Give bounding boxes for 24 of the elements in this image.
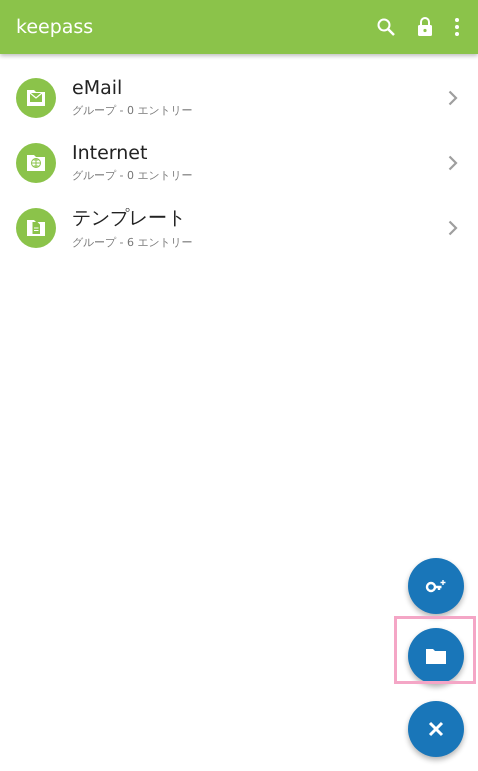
search-icon <box>376 17 396 37</box>
group-name: テンプレート <box>72 206 187 231</box>
chevron-icon <box>448 220 458 236</box>
globe-icon <box>31 158 41 168</box>
chevron-icon <box>448 154 458 170</box>
group-item[interactable]: テンプレート グループ - 6 エントリー <box>0 195 478 260</box>
group-subtitle: グループ - 6 エントリー <box>72 235 194 250</box>
close-icon <box>428 721 444 737</box>
group-name: eMail <box>72 77 124 99</box>
chevron-icon <box>448 90 458 106</box>
menu-icon <box>454 17 460 37</box>
lock-icon <box>416 16 434 38</box>
key-plus-icon <box>425 578 447 594</box>
group-subtitle: グループ - 0 エントリー <box>72 103 194 118</box>
group-item[interactable]: Internet グループ - 0 エントリー <box>0 130 478 195</box>
add-entry-button[interactable] <box>408 558 464 614</box>
group-name: Internet <box>72 142 148 164</box>
folder-icon <box>425 647 447 665</box>
add-group-button[interactable] <box>408 628 464 684</box>
group-subtitle: グループ - 0 エントリー <box>72 168 194 183</box>
group-item[interactable]: eMail グループ - 0 エントリー <box>0 65 478 130</box>
app-title: keepass <box>16 16 94 38</box>
close-button[interactable] <box>408 701 464 757</box>
mail-icon <box>30 92 42 102</box>
